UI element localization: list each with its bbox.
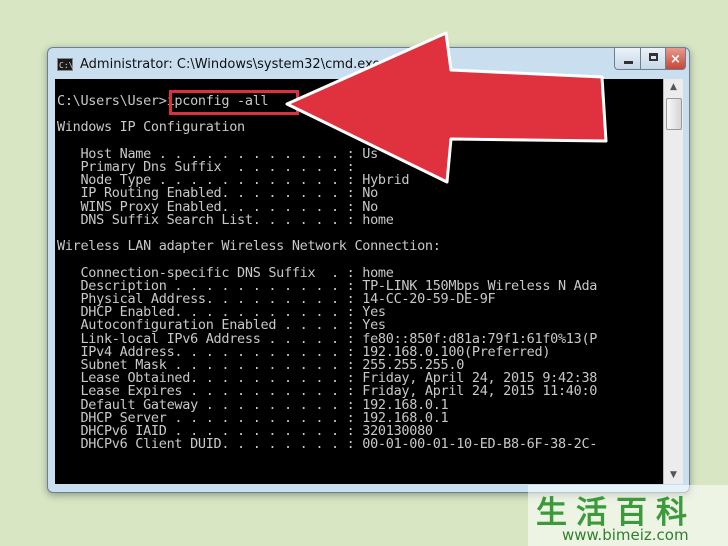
pointer-arrow-icon (285, 31, 608, 184)
watermark-url: www.bimeiz.com (562, 526, 689, 544)
watermark: 生活百科 www.bimeiz.com (528, 485, 728, 546)
